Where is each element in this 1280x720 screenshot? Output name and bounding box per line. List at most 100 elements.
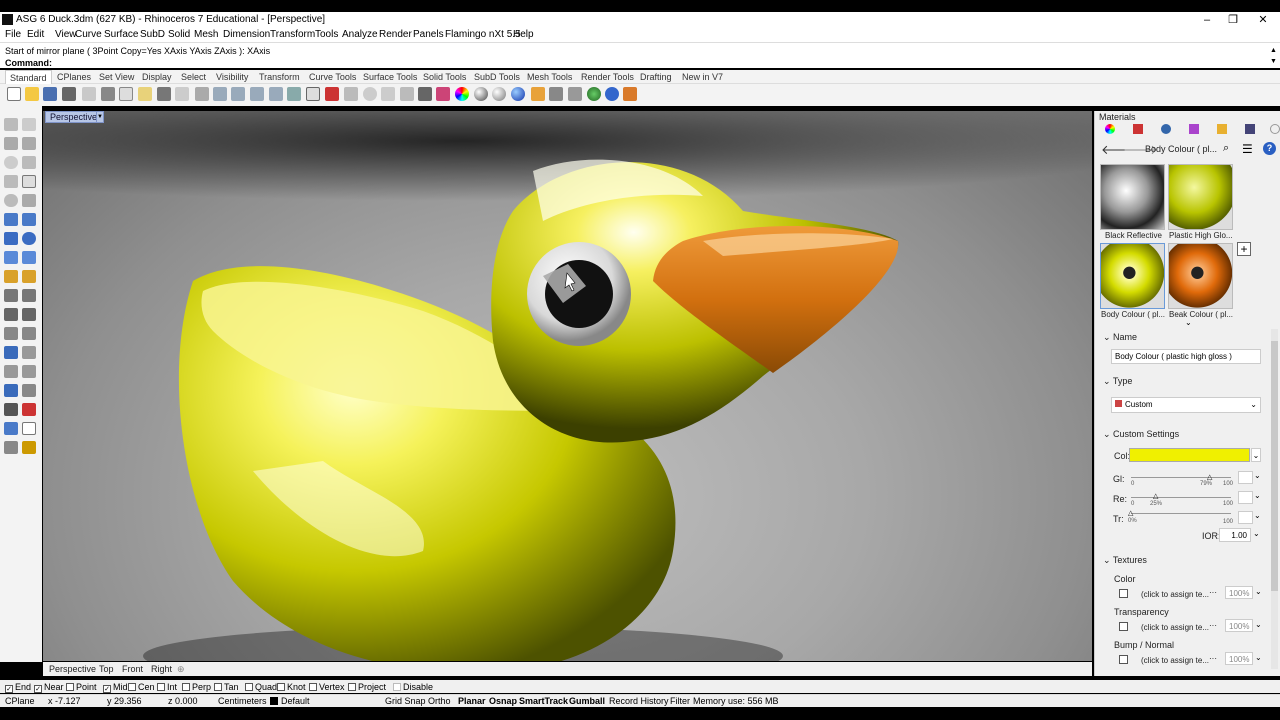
surface-icon[interactable]: [4, 213, 18, 226]
status-ortho[interactable]: Ortho: [428, 696, 451, 706]
collapse-chevron-icon[interactable]: ⌄: [1103, 429, 1113, 439]
layer-icon[interactable]: [436, 87, 450, 101]
material-breadcrumb[interactable]: Body Colour ( pl...: [1145, 144, 1217, 154]
menu-help[interactable]: Help: [513, 29, 534, 40]
explode-icon[interactable]: [22, 346, 36, 359]
texture-transparency-spinner-icon[interactable]: ⌄: [1255, 620, 1262, 629]
osnap-checkbox[interactable]: [309, 683, 317, 691]
menu-file[interactable]: File: [5, 29, 21, 40]
texture-color-more-icon[interactable]: ···: [1209, 588, 1217, 597]
sphere-icon[interactable]: [22, 232, 36, 245]
osnap-point[interactable]: Point: [66, 682, 97, 692]
texture-color-slot[interactable]: (click to assign te...: [1141, 590, 1209, 599]
osnap-checkbox[interactable]: ✓: [103, 685, 111, 693]
tab-standard[interactable]: Standard: [5, 70, 52, 85]
type-section-header[interactable]: ⌄ Type: [1103, 376, 1132, 387]
rotate-icon[interactable]: [4, 308, 18, 321]
status-planar[interactable]: Planar: [458, 696, 486, 706]
texture-tab-icon[interactable]: [1161, 124, 1171, 134]
texture-transparency-checkbox[interactable]: [1119, 622, 1128, 631]
status-osnap[interactable]: Osnap: [489, 696, 517, 706]
texture-color-spinner-icon[interactable]: ⌄: [1255, 587, 1262, 596]
texture-bump-amount[interactable]: 100%: [1225, 652, 1253, 665]
material-thumb-body-colour[interactable]: [1100, 243, 1165, 309]
tab-visibility[interactable]: Visibility: [216, 72, 248, 82]
circle-icon[interactable]: [4, 156, 18, 169]
print-icon[interactable]: [62, 87, 76, 101]
transparency-slider[interactable]: [1131, 513, 1231, 514]
boolean-icon[interactable]: [4, 270, 18, 283]
texture-transparency-amount[interactable]: 100%: [1225, 619, 1253, 632]
mesh-icon[interactable]: [22, 270, 36, 283]
gloss-slider[interactable]: [1131, 477, 1231, 478]
vp-tab-perspective[interactable]: Perspective: [49, 664, 96, 674]
select-icon[interactable]: [4, 118, 18, 131]
menu-panels[interactable]: Panels: [413, 29, 444, 40]
status-grid-snap[interactable]: Grid Snap: [385, 696, 426, 706]
material-thumb-plastic-high-gloss[interactable]: [1168, 164, 1233, 230]
import-icon[interactable]: [82, 87, 96, 101]
scale-icon[interactable]: [22, 308, 36, 321]
array-icon[interactable]: [4, 384, 18, 397]
tab-display[interactable]: Display: [142, 72, 172, 82]
maximize-button[interactable]: ❐: [1222, 12, 1244, 28]
pan-icon[interactable]: [175, 87, 189, 101]
add-material-icon[interactable]: +: [1237, 242, 1251, 256]
texture-color-checkbox[interactable]: [1119, 589, 1128, 598]
help-circle-icon[interactable]: ?: [1263, 142, 1276, 155]
menu-flamingo[interactable]: Flamingo nXt 5.5: [445, 29, 521, 40]
polyline-icon[interactable]: [4, 137, 18, 150]
osnap-checkbox[interactable]: [128, 683, 136, 691]
tab-mesh-tools[interactable]: Mesh Tools: [527, 72, 572, 82]
custom-settings-header[interactable]: ⌄ Custom Settings: [1103, 429, 1179, 440]
gloss-input[interactable]: [1238, 471, 1253, 484]
expand-chevron-icon[interactable]: ⌄: [1185, 318, 1192, 327]
zoom-window-icon[interactable]: [231, 87, 245, 101]
menu-curve[interactable]: Curve: [75, 29, 102, 40]
render-icon[interactable]: [511, 87, 525, 101]
osnap-checkbox[interactable]: [182, 683, 190, 691]
texture-bump-checkbox[interactable]: [1119, 655, 1128, 664]
textures-section-header[interactable]: ⌄ Textures: [1103, 555, 1147, 566]
light-icon[interactable]: [400, 87, 414, 101]
tab-surface-tools[interactable]: Surface Tools: [363, 72, 417, 82]
scroll-up-icon[interactable]: ▲: [1269, 46, 1278, 55]
menu-dimension[interactable]: Dimension: [223, 29, 270, 40]
undo-icon[interactable]: [157, 87, 171, 101]
name-section-header[interactable]: ⌄ Name: [1103, 332, 1137, 343]
menu-edit[interactable]: Edit: [27, 29, 44, 40]
checkmark-icon[interactable]: [22, 422, 36, 435]
menu-subd[interactable]: SubD: [140, 29, 165, 40]
reflectivity-slider-thumb[interactable]: △: [1153, 492, 1158, 500]
object-color-icon[interactable]: [455, 87, 469, 101]
undo-view-icon[interactable]: [287, 87, 301, 101]
osnap-quad[interactable]: Quad: [245, 682, 277, 692]
analyze-icon[interactable]: [4, 422, 18, 435]
osnap-checkbox[interactable]: [348, 683, 356, 691]
menu-solid[interactable]: Solid: [168, 29, 190, 40]
copy-icon[interactable]: [119, 87, 133, 101]
osnap-perp[interactable]: Perp: [182, 682, 211, 692]
command-prompt[interactable]: Command:: [5, 58, 52, 68]
copy-object-icon[interactable]: [22, 289, 36, 302]
viewport-menu-chevron-icon[interactable]: ▼: [96, 111, 104, 123]
vp-tab-front[interactable]: Front: [122, 664, 143, 674]
status-layer[interactable]: Default: [270, 696, 310, 706]
tab-cplanes[interactable]: CPlanes: [57, 72, 91, 82]
status-cplane[interactable]: CPlane: [5, 696, 35, 706]
status-filter[interactable]: Filter: [670, 696, 690, 706]
polygon-icon[interactable]: [4, 175, 18, 188]
status-gumball[interactable]: Gumball: [569, 696, 605, 706]
color-swatch[interactable]: [1129, 448, 1250, 462]
reflectivity-input[interactable]: [1238, 491, 1253, 504]
osnap-disable[interactable]: Disable: [393, 682, 433, 692]
menu-mesh[interactable]: Mesh: [194, 29, 218, 40]
osnap-mid[interactable]: ✓ Mid: [103, 682, 128, 693]
tab-solid-tools[interactable]: Solid Tools: [423, 72, 466, 82]
status-smarttrack[interactable]: SmartTrack: [519, 696, 568, 706]
zoom-icon[interactable]: [213, 87, 227, 101]
osnap-checkbox[interactable]: [157, 683, 165, 691]
four-views-icon[interactable]: [306, 87, 320, 101]
osnap-checkbox[interactable]: ✓: [5, 685, 13, 693]
texture-transparency-more-icon[interactable]: ···: [1209, 621, 1217, 630]
